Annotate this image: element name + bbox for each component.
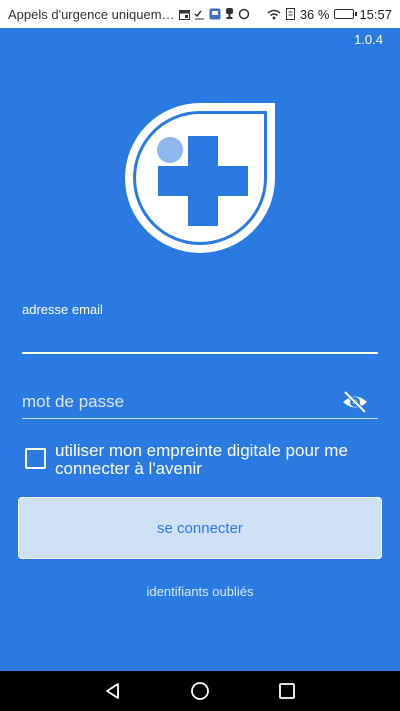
medical-cross-logo [125, 103, 275, 253]
nav-recents-button[interactable] [267, 671, 307, 711]
status-bar: Appels d'urgence uniquem… 36 % 15:57 [0, 0, 400, 28]
email-underline [22, 352, 378, 354]
password-input[interactable] [22, 386, 338, 418]
email-label: adresse email [22, 302, 103, 317]
fingerprint-checkbox[interactable] [25, 448, 46, 469]
checklist-icon [194, 10, 204, 19]
battery-icon [334, 9, 358, 19]
nav-back-button[interactable] [93, 671, 133, 711]
status-right: 36 % 15:57 [267, 7, 392, 22]
connect-button[interactable]: se connecter [18, 497, 382, 559]
back-triangle-icon [106, 683, 120, 699]
logo-dot [157, 137, 183, 163]
recents-square-icon [278, 683, 295, 699]
forgot-credentials-link[interactable]: identifiants oubliés [0, 584, 400, 599]
eye-slash-icon[interactable] [340, 389, 370, 415]
nav-home-button[interactable] [180, 671, 220, 711]
status-time: 15:57 [359, 6, 392, 22]
battery-percent: 36 % [299, 6, 330, 22]
password-underline [22, 418, 378, 419]
document-status-icon [285, 8, 295, 20]
app-version: 1.0.4 [354, 32, 383, 47]
status-notification-icons [179, 8, 250, 20]
home-circle-icon [191, 682, 209, 700]
wifi-icon [267, 9, 281, 19]
calendar-icon [179, 9, 190, 20]
circle-status-icon [238, 8, 250, 20]
system-nav-bar [0, 671, 400, 711]
email-input[interactable] [22, 322, 378, 352]
trophy-icon [226, 8, 233, 19]
status-notification-text: Appels d'urgence uniquem… [8, 6, 173, 22]
fingerprint-label[interactable]: utiliser mon empreinte digitale pour me … [55, 442, 375, 478]
app-notification-icon [209, 8, 221, 20]
